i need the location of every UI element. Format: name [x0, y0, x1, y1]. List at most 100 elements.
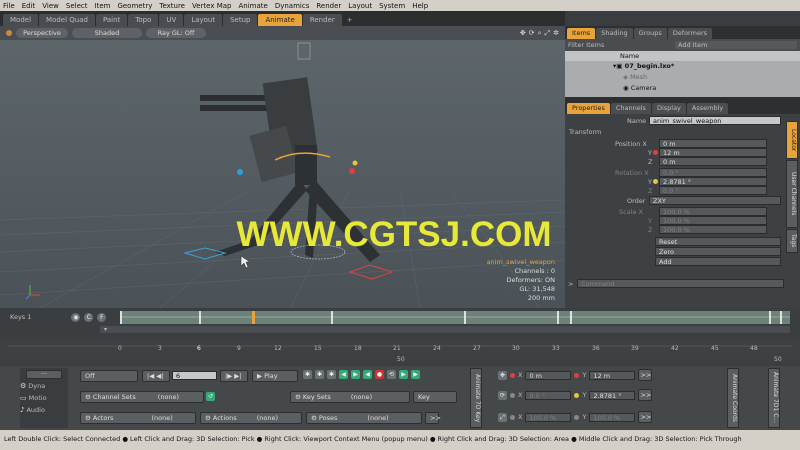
- tab-render[interactable]: Render: [302, 14, 342, 26]
- side-tab-animate-7d[interactable]: Animate 7D1 C...: [768, 368, 780, 428]
- menu-system[interactable]: System: [379, 2, 405, 10]
- poses-more-button[interactable]: >>: [425, 412, 441, 424]
- menu-select[interactable]: Select: [66, 2, 88, 10]
- anim-position-y-field[interactable]: 12 m: [589, 370, 636, 380]
- scale-y-field[interactable]: 100.0 %: [659, 216, 767, 225]
- side-tab-user-channels[interactable]: User Channels: [786, 160, 798, 228]
- tab-groups[interactable]: Groups: [633, 28, 667, 39]
- tab-paint[interactable]: Paint: [95, 14, 128, 26]
- menu-vertex-map[interactable]: Vertex Map: [192, 2, 232, 10]
- zero-dropdown[interactable]: Zero: [655, 247, 781, 256]
- side-tab-animate-key[interactable]: Animate 7D Key: [470, 368, 482, 428]
- tab-uv[interactable]: UV: [159, 14, 184, 26]
- tab-deformers[interactable]: Deformers: [667, 28, 712, 39]
- refresh-icon[interactable]: ↺: [206, 392, 215, 401]
- view-type-button[interactable]: Perspective: [16, 28, 68, 38]
- poses-dropdown[interactable]: ⚙ Poses (none): [306, 412, 422, 424]
- rotate-view-icon[interactable]: ⟳: [529, 29, 535, 38]
- add-dropdown[interactable]: Add: [655, 257, 781, 266]
- position-z-field[interactable]: 0 m: [659, 157, 767, 166]
- tab-properties[interactable]: Properties: [567, 103, 610, 114]
- tab-shading[interactable]: Shading: [596, 28, 633, 39]
- menu-render[interactable]: Render: [316, 2, 341, 10]
- pin-icon[interactable]: ▾: [104, 326, 107, 333]
- transform-section-header[interactable]: Transform: [569, 128, 601, 136]
- key-tool-icon[interactable]: ✱: [303, 370, 312, 379]
- keyframe-dot-icon[interactable]: [510, 392, 515, 398]
- motion-row[interactable]: ▭ Motio: [20, 394, 68, 402]
- current-frame-field[interactable]: 6: [172, 371, 217, 380]
- key-tool-icon[interactable]: ✱: [315, 370, 324, 379]
- tab-channels[interactable]: Channels: [610, 103, 651, 114]
- key-button[interactable]: Key: [413, 391, 457, 403]
- rotation-y-field[interactable]: 2.8781 °: [659, 177, 767, 186]
- key-tool-icon[interactable]: ◀: [363, 370, 372, 379]
- z-handle[interactable]: [349, 168, 355, 174]
- menu-layout[interactable]: Layout: [348, 2, 372, 10]
- palette-menu-button[interactable]: ···: [26, 370, 62, 379]
- list-item[interactable]: ◉ Camera: [565, 83, 800, 94]
- zoom-view-icon[interactable]: ⌕: [538, 29, 542, 38]
- keyframe-dot-icon[interactable]: [510, 372, 515, 378]
- position-x-field[interactable]: 0 m: [659, 139, 767, 148]
- actions-dropdown[interactable]: ⚙ Actions (none): [200, 412, 302, 424]
- rotate-icon[interactable]: ⟳: [498, 390, 507, 400]
- anim-position-x-field[interactable]: 0 m: [525, 370, 572, 380]
- key-tool-icon[interactable]: ▶: [411, 370, 420, 379]
- list-item[interactable]: ▾▣ 07_begin.lxo*: [565, 61, 800, 72]
- menu-item[interactable]: Item: [95, 2, 111, 10]
- key-tool-icon[interactable]: ▶: [399, 370, 408, 379]
- transport-next-buttons[interactable]: |▶ ▶|: [220, 370, 248, 382]
- channel-sets-dropdown[interactable]: ⚙ Channel Sets (none): [80, 391, 204, 403]
- transport-prev-buttons[interactable]: |◀ ◀|: [142, 370, 170, 382]
- key-tool-icon[interactable]: ▶: [351, 370, 360, 379]
- scale-more-button[interactable]: >>: [638, 411, 653, 423]
- filter-items-dropdown[interactable]: Filter Items: [568, 41, 673, 49]
- move-icon[interactable]: ✥: [498, 370, 507, 380]
- actors-dropdown[interactable]: ⚙ Actors (none): [80, 412, 196, 424]
- side-tab-tags[interactable]: Tags: [786, 229, 798, 253]
- name-field[interactable]: anim_swivel_weapon: [649, 116, 781, 125]
- scale-icon[interactable]: ⤢: [498, 412, 507, 422]
- raygl-button[interactable]: Ray GL: Off: [146, 28, 206, 38]
- rotation-x-field[interactable]: 0.0 °: [659, 168, 767, 177]
- shading-button[interactable]: Shaded: [72, 28, 142, 38]
- tab-layout[interactable]: Layout: [184, 14, 223, 26]
- menu-animate[interactable]: Animate: [238, 2, 267, 10]
- menu-edit[interactable]: Edit: [22, 2, 36, 10]
- tab-model-quad[interactable]: Model Quad: [39, 14, 95, 26]
- anim-scale-x-field[interactable]: 100.0 %: [525, 412, 572, 422]
- side-tab-locator[interactable]: Locator: [786, 121, 798, 159]
- key-tool-icon[interactable]: ✱: [327, 370, 336, 379]
- keyframe-dot-icon[interactable]: [510, 414, 515, 420]
- add-item-dropdown[interactable]: Add Item: [675, 41, 797, 49]
- side-tab-animate-coords[interactable]: Animate Coords: [727, 368, 739, 428]
- position-y-field[interactable]: 12 m: [659, 148, 767, 157]
- key-tool-icon[interactable]: ⟲: [387, 370, 396, 379]
- current-frame-marker[interactable]: [252, 311, 255, 324]
- keyframe-dot-icon[interactable]: [574, 392, 580, 398]
- key-sets-dropdown[interactable]: ⚙ Key Sets (none): [290, 391, 410, 403]
- key-tool-icon[interactable]: ◀: [339, 370, 348, 379]
- record-icon[interactable]: ●: [375, 370, 384, 379]
- order-dropdown[interactable]: ZXY: [649, 196, 781, 205]
- move-view-icon[interactable]: ✥: [520, 29, 526, 38]
- viewport-settings-icon[interactable]: ✲: [553, 29, 559, 38]
- tab-assembly[interactable]: Assembly: [686, 103, 729, 114]
- viewport-menu-icon[interactable]: [6, 30, 12, 36]
- command-input[interactable]: Command: [577, 279, 784, 288]
- anim-rotation-y-field[interactable]: 2.8781 °: [589, 390, 636, 400]
- tab-items[interactable]: Items: [567, 28, 596, 39]
- position-more-button[interactable]: >>: [638, 369, 653, 381]
- keyframe-dot-icon[interactable]: [574, 414, 580, 420]
- menu-file[interactable]: File: [3, 2, 15, 10]
- dyna-row[interactable]: ⚙ Dyna: [20, 382, 68, 390]
- keyframe-dot-icon[interactable]: [574, 372, 580, 378]
- tab-topo[interactable]: Topo: [128, 14, 159, 26]
- reset-dropdown[interactable]: Reset: [655, 237, 781, 246]
- fit-view-icon[interactable]: ⤢: [545, 29, 551, 38]
- menu-geometry[interactable]: Geometry: [117, 2, 152, 10]
- add-tab-button[interactable]: +: [343, 14, 357, 26]
- tab-animate[interactable]: Animate: [258, 14, 302, 26]
- x-handle[interactable]: [237, 169, 243, 175]
